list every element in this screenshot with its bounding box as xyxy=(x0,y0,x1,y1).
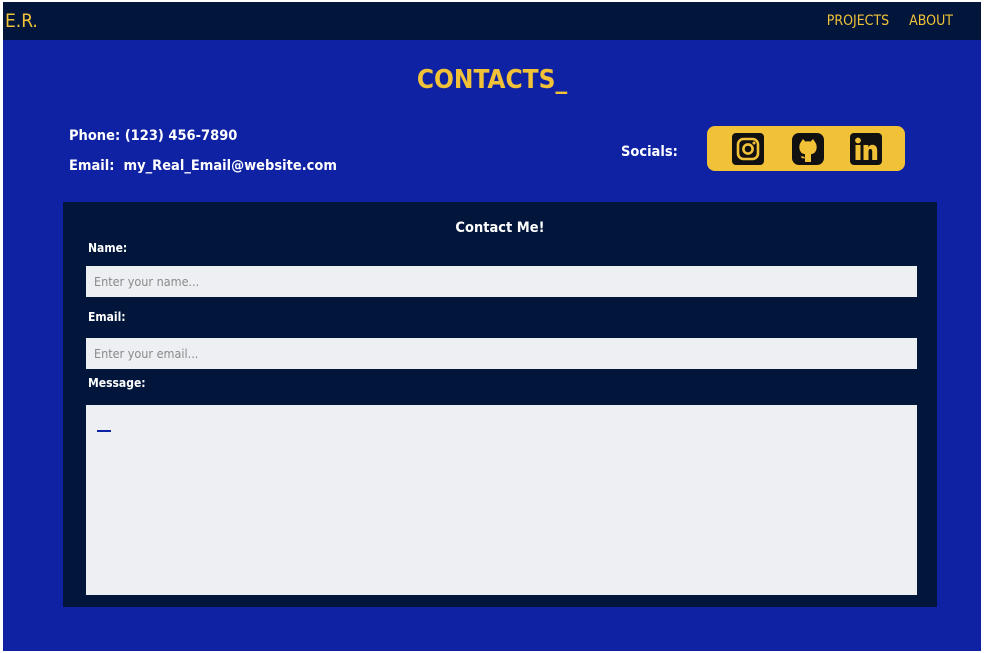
message-label: Message: xyxy=(88,376,146,390)
text-cursor xyxy=(97,430,111,432)
name-label: Name: xyxy=(88,241,128,255)
navbar: E.R. PROJECTS ABOUT xyxy=(3,2,981,40)
linkedin-icon[interactable] xyxy=(849,132,883,166)
contact-form: Contact Me! Name: Email: Message: xyxy=(63,202,937,607)
contact-info: Phone: (123) 456-7890 Email: my_Real_Ema… xyxy=(69,121,337,181)
message-textarea[interactable] xyxy=(86,405,917,595)
nav-link-projects[interactable]: PROJECTS xyxy=(827,12,889,30)
github-icon[interactable] xyxy=(791,132,825,166)
nav-link-about[interactable]: ABOUT xyxy=(909,12,953,30)
page-frame: E.R. PROJECTS ABOUT CONTACTS_ Phone: (12… xyxy=(3,2,981,651)
email-text: Email: my_Real_Email@website.com xyxy=(69,158,337,174)
email-input[interactable] xyxy=(86,338,917,369)
instagram-icon[interactable] xyxy=(731,132,765,166)
page-title: CONTACTS_ xyxy=(416,65,568,95)
socials-box xyxy=(707,126,905,171)
phone-text: Phone: (123) 456-7890 xyxy=(69,128,238,144)
email-label: Email: xyxy=(88,310,126,324)
name-input[interactable] xyxy=(86,266,917,297)
form-title: Contact Me! xyxy=(455,220,545,236)
brand-logo[interactable]: E.R. xyxy=(5,9,38,33)
socials-label: Socials: xyxy=(621,144,678,160)
nav-links: PROJECTS ABOUT xyxy=(827,12,953,30)
